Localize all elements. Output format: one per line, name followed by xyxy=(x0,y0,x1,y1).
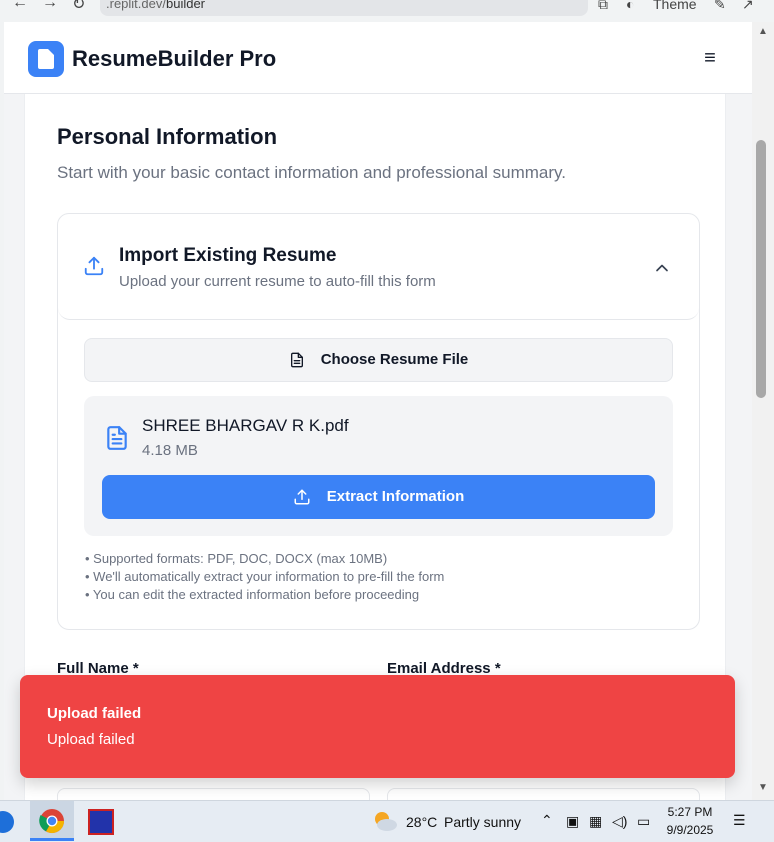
camera-icon[interactable]: ▣ xyxy=(566,813,579,830)
toast-description: Upload failed xyxy=(47,731,135,748)
note-auto-extract: • We'll automatically extract your infor… xyxy=(85,569,445,584)
reload-icon[interactable]: ↻ xyxy=(72,0,85,14)
upload-icon xyxy=(294,489,310,505)
upload-notes: • Supported formats: PDF, DOC, DOCX (max… xyxy=(85,550,444,604)
import-subtitle: Upload your current resume to auto-fill … xyxy=(119,273,436,290)
import-resume-header[interactable]: Import Existing Resume Upload your curre… xyxy=(58,214,699,320)
sidepanel-icon[interactable]: ⧉ xyxy=(598,0,608,13)
upload-icon xyxy=(84,256,104,276)
error-toast[interactable]: Upload failed Upload failed xyxy=(20,675,735,778)
note-formats: • Supported formats: PDF, DOC, DOCX (max… xyxy=(85,551,388,566)
note-editable: • You can edit the extracted information… xyxy=(85,587,420,602)
taskbar-app-icon[interactable] xyxy=(88,809,114,835)
toast-title: Upload failed xyxy=(47,705,142,722)
logo[interactable] xyxy=(28,41,64,77)
extract-information-label: Extract Information xyxy=(326,488,465,506)
weather-description[interactable]: Partly sunny xyxy=(444,814,521,830)
choose-resume-file-button[interactable]: Choose Resume File xyxy=(84,338,673,382)
chrome-icon xyxy=(39,809,64,834)
extract-information-button[interactable]: Extract Information xyxy=(102,475,655,519)
selected-file-card: SHREE BHARGAV R K.pdf 4.18 MB Extract In… xyxy=(84,396,673,536)
app-title: ResumeBuilder Pro xyxy=(72,46,277,71)
scroll-thumb[interactable] xyxy=(756,140,766,398)
file-icon xyxy=(290,352,303,368)
taskbar: 28°C Partly sunny ⌃ ▣ ▦ ◁) ▭ 5:27 PM 9/9… xyxy=(0,800,774,842)
taskbar-chrome[interactable] xyxy=(30,801,74,841)
clock-time[interactable]: 5:27 PM xyxy=(662,805,718,819)
page-scrollbar[interactable]: ▲ ▼ xyxy=(752,22,774,800)
app-icon[interactable] xyxy=(0,811,14,833)
full-name-input[interactable] xyxy=(57,788,370,800)
palette-icon[interactable]: ◐ xyxy=(626,0,634,12)
weather-temperature: 28°C xyxy=(406,814,438,830)
open-external-icon[interactable]: ↗ xyxy=(742,0,754,13)
file-name: SHREE BHARGAV R K.pdf xyxy=(142,416,349,435)
file-size: 4.18 MB xyxy=(142,442,198,459)
file-text-icon xyxy=(107,426,127,450)
url-host: .replit.dev/ xyxy=(106,0,166,11)
scroll-down-icon[interactable]: ▼ xyxy=(758,782,768,793)
weather-icon xyxy=(375,812,397,831)
document-icon xyxy=(38,49,54,69)
address-bar[interactable]: .replit.dev/builder xyxy=(100,0,588,16)
app-header: ResumeBuilder Pro ≡ xyxy=(4,22,752,94)
section-title: Personal Information xyxy=(57,124,278,149)
section-subtitle: Start with your basic contact informatio… xyxy=(57,163,566,182)
url-path: builder xyxy=(165,0,206,11)
clock-date[interactable]: 9/9/2025 xyxy=(662,823,718,837)
choose-resume-file-label: Choose Resume File xyxy=(320,351,469,369)
notifications-icon[interactable]: ☰ xyxy=(733,812,746,829)
tray-app-icon[interactable]: ▦ xyxy=(589,813,602,830)
back-icon[interactable]: ← xyxy=(12,0,28,12)
browser-toolbar: ← → ↻ .replit.dev/builder ⧉ ◐ Theme ✎ ↗ xyxy=(0,0,774,20)
chevron-up-icon[interactable] xyxy=(652,258,672,278)
network-icon[interactable]: ▭ xyxy=(637,813,650,830)
volume-icon[interactable]: ◁) xyxy=(612,813,627,830)
scroll-up-icon[interactable]: ▲ xyxy=(758,26,768,37)
theme-label[interactable]: Theme xyxy=(653,0,697,12)
email-input[interactable] xyxy=(387,788,700,800)
import-resume-panel: Import Existing Resume Upload your curre… xyxy=(57,213,700,630)
page-viewport: ResumeBuilder Pro ≡ Personal Information… xyxy=(4,22,752,800)
forward-icon[interactable]: → xyxy=(42,0,58,12)
menu-button[interactable]: ≡ xyxy=(696,44,724,72)
edit-icon[interactable]: ✎ xyxy=(714,0,726,13)
chevron-up-icon[interactable]: ⌃ xyxy=(541,812,553,829)
import-title: Import Existing Resume xyxy=(119,245,337,266)
